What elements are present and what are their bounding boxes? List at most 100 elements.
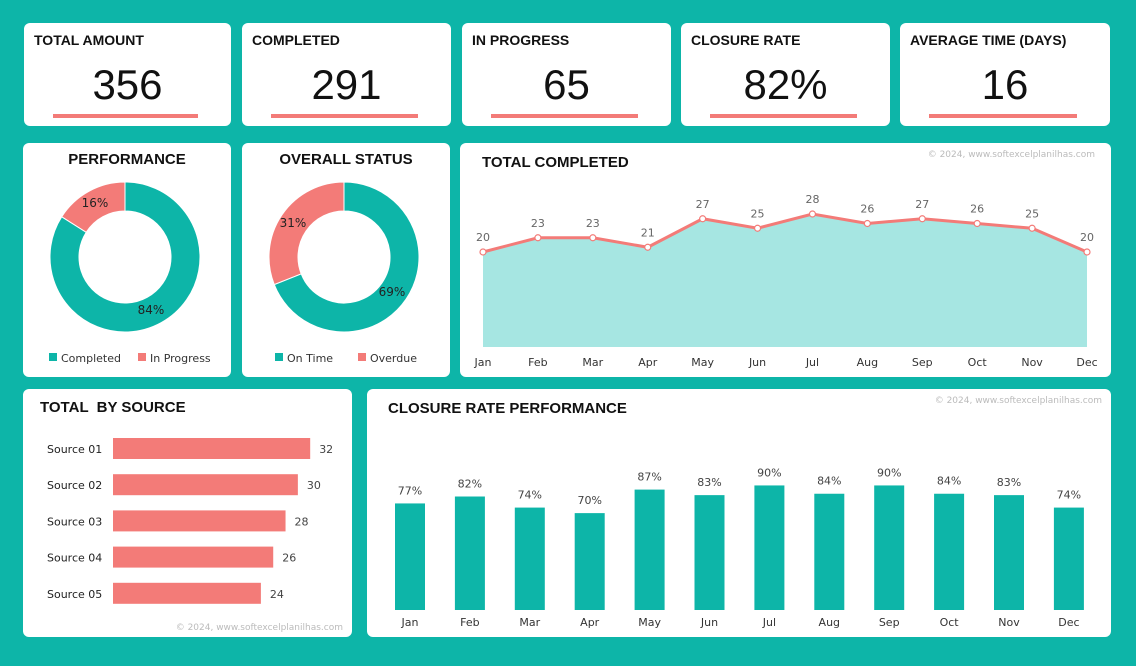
x-tick-label: Nov bbox=[1021, 356, 1043, 369]
data-point bbox=[973, 219, 981, 228]
kpi-card-completed: COMPLETED 291 bbox=[242, 23, 451, 126]
x-tick-label: Mar bbox=[519, 616, 540, 629]
area-fill bbox=[483, 214, 1087, 347]
kpi-value: 16 bbox=[981, 61, 1029, 108]
x-tick-label: Apr bbox=[580, 616, 600, 629]
x-tick-label: Oct bbox=[940, 616, 960, 629]
data-label: 26 bbox=[970, 203, 984, 216]
data-point bbox=[534, 234, 542, 242]
data-label: 84% bbox=[817, 475, 841, 488]
performance-card: PERFORMANCE 84% 16% Completed In Progress bbox=[23, 143, 231, 377]
donut-value-label: 84% bbox=[138, 303, 165, 317]
bar bbox=[514, 507, 545, 610]
legend-label: Overdue bbox=[370, 352, 417, 365]
bar bbox=[874, 485, 905, 610]
bar bbox=[994, 495, 1024, 610]
kpi-underline bbox=[491, 114, 638, 118]
data-label: 70% bbox=[577, 494, 601, 507]
data-label: 74% bbox=[1057, 489, 1081, 502]
x-tick-label: Jul bbox=[805, 356, 819, 369]
bar bbox=[113, 546, 274, 568]
legend-label: In Progress bbox=[150, 352, 211, 365]
data-label: 74% bbox=[518, 489, 542, 502]
kpi-underline bbox=[53, 114, 198, 118]
data-point bbox=[644, 243, 652, 251]
kpi-value: 65 bbox=[543, 61, 590, 108]
data-label: 77% bbox=[398, 484, 422, 497]
x-tick-label: Oct bbox=[968, 356, 988, 369]
data-label: 23 bbox=[531, 217, 545, 230]
x-tick-label: Apr bbox=[638, 356, 658, 369]
x-tick-label: Feb bbox=[528, 356, 547, 369]
kpi-card-in-progress: IN PROGRESS 65 bbox=[462, 23, 671, 126]
legend-label: On Time bbox=[287, 352, 333, 365]
closure-rate-performance-card: CLOSURE RATE PERFORMANCE © 2024, www.sof… bbox=[367, 389, 1111, 637]
data-label: 20 bbox=[1080, 231, 1094, 244]
x-tick-label: Aug bbox=[857, 356, 878, 369]
bar bbox=[113, 438, 311, 459]
data-point bbox=[479, 248, 487, 256]
bar bbox=[634, 489, 665, 610]
data-point bbox=[918, 215, 926, 223]
bar bbox=[694, 495, 725, 610]
donut-value-label: 16% bbox=[82, 196, 109, 210]
y-tick-label: Source 01 bbox=[47, 443, 102, 456]
x-tick-label: Jan bbox=[474, 356, 492, 369]
legend-swatch bbox=[138, 353, 146, 361]
x-tick-label: Dec bbox=[1058, 616, 1079, 629]
legend-swatch bbox=[49, 353, 57, 361]
x-tick-label: Nov bbox=[998, 616, 1020, 629]
donut-value-label: 69% bbox=[379, 285, 406, 299]
data-label: 25 bbox=[751, 207, 765, 220]
x-tick-label: Jul bbox=[762, 616, 776, 629]
y-tick-label: Source 05 bbox=[47, 588, 102, 601]
overall-status-card: OVERALL STATUS 69% 31% On Time Overdue bbox=[242, 143, 450, 377]
x-tick-label: Mar bbox=[582, 356, 603, 369]
kpi-card-total-amount: TOTAL AMOUNT 356 bbox=[24, 23, 231, 126]
data-label: 32 bbox=[319, 443, 333, 456]
data-label: 23 bbox=[586, 217, 600, 230]
kpi-title: AVERAGE TIME (DAYS) bbox=[910, 32, 1067, 48]
data-point bbox=[808, 210, 817, 218]
data-label: 90% bbox=[757, 466, 781, 479]
data-label: 87% bbox=[637, 471, 661, 484]
bar bbox=[395, 503, 425, 610]
data-point bbox=[753, 224, 762, 232]
bar bbox=[934, 493, 965, 610]
x-tick-label: Jun bbox=[748, 356, 766, 369]
kpi-value: 291 bbox=[311, 61, 382, 108]
total-completed-card: TOTAL COMPLETED © 2024, www.softexcelpla… bbox=[460, 143, 1111, 377]
x-tick-label: Sep bbox=[912, 356, 933, 369]
bar bbox=[454, 496, 485, 610]
data-label: 27 bbox=[696, 198, 710, 211]
bar bbox=[113, 510, 286, 532]
kpi-title: COMPLETED bbox=[252, 32, 340, 48]
kpi-value: 82% bbox=[743, 61, 828, 108]
data-label: 25 bbox=[1025, 207, 1039, 220]
kpi-title: TOTAL AMOUNT bbox=[34, 32, 144, 48]
kpi-title: IN PROGRESS bbox=[472, 32, 570, 48]
data-label: 30 bbox=[307, 479, 321, 492]
data-label: 83% bbox=[697, 476, 721, 489]
kpi-underline bbox=[271, 114, 418, 118]
x-tick-label: Jan bbox=[401, 616, 419, 629]
x-tick-label: May bbox=[638, 616, 661, 629]
bar bbox=[754, 485, 785, 610]
donut-value-label: 31% bbox=[280, 216, 307, 230]
data-label: 83% bbox=[997, 476, 1021, 489]
x-tick-label: Sep bbox=[879, 616, 900, 629]
kpi-underline bbox=[710, 114, 857, 118]
bar bbox=[1053, 507, 1084, 610]
kpi-card-average-time: AVERAGE TIME (DAYS) 16 bbox=[900, 23, 1110, 126]
data-label: 82% bbox=[458, 478, 482, 491]
bar bbox=[814, 493, 845, 610]
x-tick-label: Jun bbox=[700, 616, 718, 629]
data-point bbox=[1083, 248, 1091, 256]
bar bbox=[113, 582, 261, 604]
data-label: 28 bbox=[805, 193, 819, 206]
data-label: 84% bbox=[937, 475, 961, 488]
bar bbox=[574, 513, 605, 610]
kpi-underline bbox=[929, 114, 1077, 118]
data-point bbox=[589, 234, 597, 242]
overall-status-donut-chart: 69% 31% On Time Overdue bbox=[268, 181, 420, 365]
